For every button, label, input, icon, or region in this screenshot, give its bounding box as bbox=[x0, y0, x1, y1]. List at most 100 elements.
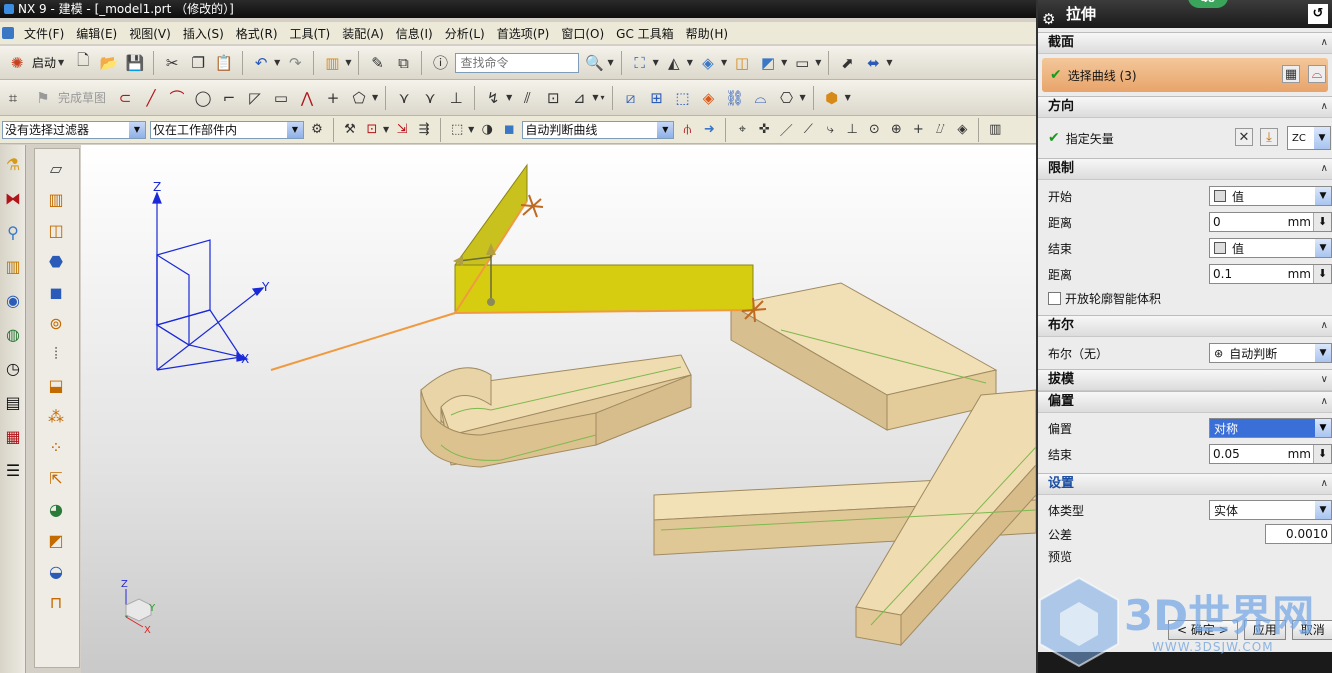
menu-gc-toolbox[interactable]: GC 工具箱 bbox=[610, 25, 680, 42]
stop-at-intersection-icon[interactable]: ⫛ bbox=[678, 121, 696, 139]
command-search-input[interactable] bbox=[455, 52, 580, 73]
snap-surface-icon[interactable]: ◈ bbox=[953, 121, 971, 139]
surface-icon-1[interactable]: ⧄ bbox=[620, 87, 642, 109]
shape-icon[interactable]: ◕ bbox=[43, 497, 69, 521]
existing-bodies[interactable] bbox=[420, 282, 1036, 647]
profile-icon[interactable]: ⊂ bbox=[114, 87, 136, 109]
background-icon[interactable]: ▭ bbox=[791, 52, 813, 74]
move-icon[interactable]: ⬌ bbox=[862, 52, 884, 74]
start-limit-dropdown[interactable]: 值 ▼ bbox=[1209, 186, 1332, 206]
section-header[interactable]: 截面 ∧ bbox=[1038, 32, 1332, 54]
info-icon[interactable]: ⓘ bbox=[429, 52, 451, 74]
menu-view[interactable]: 视图(V) bbox=[123, 25, 177, 42]
redo-icon[interactable]: ↷ bbox=[284, 52, 306, 74]
edit-object-icon[interactable]: ✎ bbox=[366, 52, 388, 74]
surface-feature-icon[interactable]: ◒ bbox=[43, 559, 69, 583]
orient-view-icon[interactable]: ◈ bbox=[697, 52, 719, 74]
layer-icon[interactable]: ◫ bbox=[731, 52, 753, 74]
point-icon[interactable]: + bbox=[322, 87, 344, 109]
polyline-icon[interactable]: ⋀ bbox=[296, 87, 318, 109]
offset-header[interactable]: 偏置 ∧ bbox=[1038, 391, 1332, 413]
snap-tangent-icon[interactable]: ⤷ bbox=[821, 121, 839, 139]
menu-format[interactable]: 格式(R) bbox=[230, 25, 284, 42]
hd3d-tools-icon[interactable]: ◉ bbox=[2, 289, 24, 311]
specify-vector-row[interactable]: ✔ 指定矢量 ✕ ⤓ ZC ▼ bbox=[1038, 118, 1332, 158]
pattern-feature-icon[interactable]: ⁂ bbox=[43, 404, 69, 428]
pattern-face-icon[interactable]: ⁘ bbox=[43, 435, 69, 459]
reset-icon[interactable]: ↺ bbox=[1308, 4, 1328, 24]
menu-preferences[interactable]: 首选项(P) bbox=[491, 25, 556, 42]
transform-icon[interactable]: ⧉ bbox=[392, 52, 414, 74]
curve-rule-dropdown[interactable]: 自动判断曲线 ▼ bbox=[522, 120, 675, 139]
render-style-icon[interactable]: ◭ bbox=[663, 52, 685, 74]
save-icon[interactable]: 💾 bbox=[124, 52, 146, 74]
select-solid-icon[interactable]: ◑ bbox=[478, 121, 496, 139]
boolean-dropdown[interactable]: ⊛ 自动判断 ▼ bbox=[1209, 343, 1332, 363]
polygon-icon[interactable]: ⬠ bbox=[348, 87, 370, 109]
command-finder-icon[interactable]: ▥ bbox=[321, 52, 343, 74]
trim-body-icon[interactable]: ⊓ bbox=[43, 590, 69, 614]
select-chain-icon[interactable]: ⇲ bbox=[393, 121, 411, 139]
thread-icon[interactable]: ⦙ bbox=[43, 342, 69, 366]
process-studio-icon[interactable]: ▦ bbox=[2, 425, 24, 447]
unite-icon[interactable]: ⬣ bbox=[43, 249, 69, 273]
feature-select-icon[interactable]: ⚒ bbox=[341, 121, 359, 139]
surface-icon-7[interactable]: ⎔ bbox=[776, 87, 798, 109]
trim-icon[interactable]: ⋎ bbox=[393, 87, 415, 109]
snap-face-icon[interactable]: ⌰ bbox=[931, 121, 949, 139]
extend-icon[interactable]: ⋎ bbox=[419, 87, 441, 109]
part-navigator-icon[interactable]: ⚲ bbox=[2, 221, 24, 243]
snap-center-icon[interactable]: ⊙ bbox=[865, 121, 883, 139]
rectangle-select-icon[interactable]: ⬚ bbox=[448, 121, 466, 139]
reverse-direction-icon[interactable]: ✕ bbox=[1235, 128, 1253, 146]
system-materials-icon[interactable]: ▤ bbox=[2, 391, 24, 413]
copy-icon[interactable]: ❐ bbox=[187, 52, 209, 74]
cancel-button[interactable]: 取消 bbox=[1291, 620, 1332, 640]
selection-scope-dropdown[interactable]: 仅在工作部件内 ▼ bbox=[150, 120, 304, 139]
start-distance-field[interactable]: 0 mm ⬇ bbox=[1209, 212, 1332, 232]
graphics-window[interactable]: Z Y X Z Y X bbox=[81, 145, 1036, 673]
history-icon[interactable]: ◷ bbox=[2, 357, 24, 379]
body-type-dropdown[interactable]: 实体 ▼ bbox=[1209, 500, 1332, 520]
snap-quadrant-icon[interactable]: ⊕ bbox=[887, 121, 905, 139]
extrude-icon[interactable]: ▥ bbox=[43, 187, 69, 211]
open-folder-icon[interactable]: 📂 bbox=[98, 52, 120, 74]
select-curve-row[interactable]: ✔ 选择曲线 (3) ▦ ⌓ bbox=[1042, 58, 1328, 92]
new-file-icon[interactable]: 🗋 bbox=[72, 51, 94, 74]
constraint-icon[interactable]: ⊡ bbox=[542, 87, 564, 109]
snap-endpoint-icon[interactable]: ⌖ bbox=[733, 121, 751, 139]
menu-window[interactable]: 窗口(O) bbox=[555, 25, 610, 42]
fillet-icon[interactable]: ⌐ bbox=[218, 87, 240, 109]
snap-view-icon[interactable]: ⬈ bbox=[836, 52, 858, 74]
move-face-icon[interactable]: ⇱ bbox=[43, 466, 69, 490]
offset-curve-icon[interactable]: ↯ bbox=[482, 87, 504, 109]
follow-fillet-icon[interactable]: ➜ bbox=[700, 121, 718, 139]
end-distance-arrow-icon[interactable]: ⬇ bbox=[1313, 265, 1331, 283]
sketch-section-icon[interactable]: ▦ bbox=[1282, 65, 1300, 83]
draft-header[interactable]: 拔模 ∨ bbox=[1038, 369, 1332, 391]
rectangle-icon[interactable]: ▭ bbox=[270, 87, 292, 109]
menu-help[interactable]: 帮助(H) bbox=[680, 25, 734, 42]
dimension-icon[interactable]: ⊿ bbox=[568, 87, 590, 109]
tolerance-field[interactable]: 0.0010 bbox=[1265, 524, 1332, 544]
line-icon[interactable]: ╱ bbox=[140, 87, 162, 109]
surface-icon-4[interactable]: ◈ bbox=[698, 87, 720, 109]
more-tools-chevron[interactable]: ▾ bbox=[600, 93, 604, 102]
feature-icon[interactable]: ⬢ bbox=[821, 87, 843, 109]
search-icon[interactable]: 🔍 bbox=[583, 52, 605, 74]
make-corner-icon[interactable]: ⊥ bbox=[445, 87, 467, 109]
end-distance-field[interactable]: 0.1 mm ⬇ bbox=[1209, 264, 1332, 284]
apply-button[interactable]: 应用 bbox=[1243, 620, 1286, 640]
menu-information[interactable]: 信息(I) bbox=[390, 25, 439, 42]
revolve-icon[interactable]: ◫ bbox=[43, 218, 69, 242]
surface-icon-5[interactable]: ⛓ bbox=[724, 87, 746, 109]
circle-icon[interactable]: ◯ bbox=[192, 87, 214, 109]
direction-header[interactable]: 方向 ∧ bbox=[1038, 96, 1332, 118]
surface-icon-6[interactable]: ⌓ bbox=[750, 87, 772, 109]
chamfer-icon[interactable]: ◸ bbox=[244, 87, 266, 109]
snap-midpoint-icon[interactable]: ✜ bbox=[755, 121, 773, 139]
fit-view-icon[interactable]: ⛶ bbox=[629, 52, 651, 74]
end-limit-dropdown[interactable]: 值 ▼ bbox=[1209, 238, 1332, 258]
open-profile-checkbox[interactable] bbox=[1048, 291, 1061, 305]
preview-row[interactable]: 预览 bbox=[1038, 545, 1332, 567]
